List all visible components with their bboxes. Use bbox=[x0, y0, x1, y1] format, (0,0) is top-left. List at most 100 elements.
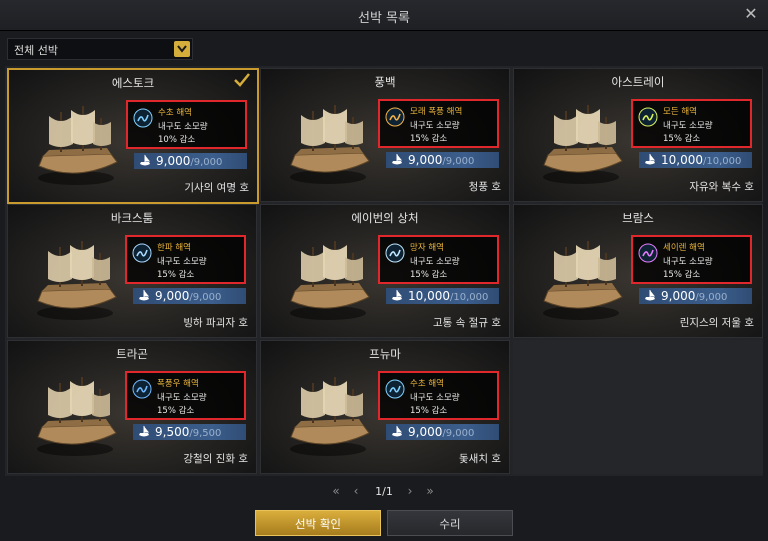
durability-bar: 9,000/9,000 bbox=[133, 288, 246, 304]
durability-value: 9,000/9,000 bbox=[155, 289, 222, 303]
durability-value: 9,500/9,500 bbox=[155, 425, 222, 439]
ship-card[interactable]: 트라곤 폭풍우 해역 내구도 소모량 15% 감소 9,500/9,500 강철… bbox=[7, 340, 257, 474]
hull-name: 청풍 호 bbox=[468, 181, 501, 193]
hull-name: 고통 속 절규 호 bbox=[433, 317, 501, 329]
ship-durability-icon bbox=[139, 289, 150, 301]
repair-button[interactable]: 수리 bbox=[387, 510, 513, 536]
ship-image bbox=[543, 241, 623, 320]
effect-line-2: 15% 감소 bbox=[410, 270, 448, 280]
sea-name: 한파 해역 bbox=[157, 243, 191, 253]
siren-icon bbox=[638, 243, 658, 263]
ship-card[interactable]: 에이번의 상처 망자 해역 내구도 소모량 15% 감소 10,000/10,0… bbox=[260, 204, 510, 338]
ship-card[interactable]: 바크스툼 한파 해역 내구도 소모량 15% 감소 9,000/9,000 빙하… bbox=[7, 204, 257, 338]
sea-effect-box: 폭풍우 해역 내구도 소모량 15% 감소 bbox=[125, 371, 246, 420]
effect-line-1: 내구도 소모량 bbox=[663, 257, 713, 267]
prev-page-icon[interactable]: ‹ bbox=[348, 484, 364, 498]
ship-durability-icon bbox=[139, 425, 150, 437]
ship-card[interactable]: 풍백 모래 폭풍 해역 내구도 소모량 15% 감소 9,000/9,000 청… bbox=[260, 68, 510, 202]
effect-line-2: 15% 감소 bbox=[663, 134, 701, 144]
ship-durability-icon bbox=[392, 289, 403, 301]
ship-name: 트라곤 bbox=[116, 347, 148, 361]
window-title: 선박 목록 bbox=[358, 11, 410, 26]
sea-effect-box: 한파 해역 내구도 소모량 15% 감소 bbox=[125, 235, 246, 284]
ship-durability-icon bbox=[392, 425, 403, 437]
durability-value: 10,000/10,000 bbox=[408, 289, 489, 303]
ship-image bbox=[37, 241, 117, 320]
seaweed-icon bbox=[385, 379, 405, 399]
sea-name: 수초 해역 bbox=[410, 379, 444, 389]
durability-bar: 10,000/10,000 bbox=[386, 288, 499, 304]
seaweed-icon bbox=[133, 108, 153, 128]
first-page-icon[interactable]: « bbox=[328, 484, 344, 498]
sea-effect-box: 망자 해역 내구도 소모량 15% 감소 bbox=[378, 235, 499, 284]
storm-icon bbox=[132, 379, 152, 399]
ship-durability-icon bbox=[392, 153, 403, 165]
sea-name: 모래 폭풍 해역 bbox=[410, 107, 463, 117]
ship-name: 바크스툼 bbox=[110, 211, 154, 225]
ship-filter-dropdown[interactable]: 전체 선박 bbox=[7, 38, 193, 60]
durability-value: 9,000/9,000 bbox=[408, 153, 475, 167]
all-seas-icon bbox=[638, 107, 658, 127]
ship-image bbox=[37, 377, 117, 456]
dead-sea-icon bbox=[385, 243, 405, 263]
sea-effect-box: 모래 폭풍 해역 내구도 소모량 15% 감소 bbox=[378, 99, 499, 148]
ship-image bbox=[543, 105, 623, 184]
cold-wave-icon bbox=[132, 243, 152, 263]
ship-name: 아스트레이 bbox=[611, 75, 665, 89]
sea-effect-box: 수초 해역 내구도 소모량 15% 감소 bbox=[378, 371, 499, 420]
durability-bar: 9,000/9,000 bbox=[134, 153, 247, 169]
last-page-icon[interactable]: » bbox=[422, 484, 438, 498]
effect-line-2: 15% 감소 bbox=[157, 270, 195, 280]
hull-name: 빙하 파괴자 호 bbox=[183, 317, 248, 329]
hull-name: 돛새치 호 bbox=[459, 453, 501, 465]
ship-name: 에스토크 bbox=[111, 76, 155, 90]
ship-name: 프뉴마 bbox=[369, 347, 401, 361]
ship-image bbox=[290, 377, 370, 456]
durability-bar: 9,000/9,000 bbox=[386, 424, 499, 440]
sea-effect-box: 수초 해역 내구도 소모량 10% 감소 bbox=[126, 100, 247, 149]
next-page-icon[interactable]: › bbox=[402, 484, 418, 498]
effect-line-1: 내구도 소모량 bbox=[158, 122, 208, 132]
hull-name: 린지스의 저울 호 bbox=[679, 317, 754, 329]
ship-name: 브람스 bbox=[622, 211, 654, 225]
durability-bar: 9,500/9,500 bbox=[133, 424, 246, 440]
ship-name: 풍백 bbox=[374, 75, 396, 89]
ship-grid: 에스토크 수초 해역 내구도 소모량 10% 감소 9,000/9,000 기사… bbox=[5, 66, 763, 476]
selected-check-icon bbox=[234, 73, 250, 87]
ship-image bbox=[38, 106, 118, 185]
close-icon[interactable]: ✕ bbox=[742, 5, 760, 23]
effect-line-2: 15% 감소 bbox=[663, 270, 701, 280]
effect-line-1: 내구도 소모량 bbox=[663, 121, 713, 131]
ship-card[interactable]: 브람스 세이렌 해역 내구도 소모량 15% 감소 9,000/9,000 린지… bbox=[513, 204, 763, 338]
sea-name: 세이렌 해역 bbox=[663, 243, 705, 253]
durability-bar: 9,000/9,000 bbox=[639, 288, 752, 304]
sea-name: 모든 해역 bbox=[663, 107, 697, 117]
durability-value: 9,000/9,000 bbox=[156, 154, 223, 168]
effect-line-2: 15% 감소 bbox=[410, 134, 448, 144]
effect-line-2: 15% 감소 bbox=[410, 406, 448, 416]
sea-name: 망자 해역 bbox=[410, 243, 444, 253]
hull-name: 강철의 진화 호 bbox=[183, 453, 248, 465]
durability-value: 10,000/10,000 bbox=[661, 153, 742, 167]
confirm-ship-button[interactable]: 선박 확인 bbox=[255, 510, 381, 536]
ship-durability-icon bbox=[140, 154, 151, 166]
sea-name: 폭풍우 해역 bbox=[157, 379, 199, 389]
sea-name: 수초 해역 bbox=[158, 108, 192, 118]
effect-line-1: 내구도 소모량 bbox=[410, 393, 460, 403]
page-indicator: 1/1 bbox=[375, 485, 393, 498]
ship-card[interactable]: 프뉴마 수초 해역 내구도 소모량 15% 감소 9,000/9,000 돛새치… bbox=[260, 340, 510, 474]
ship-name: 에이번의 상처 bbox=[351, 211, 419, 225]
ship-list-window: 선박 목록 ✕ 전체 선박 에스토크 수초 해역 내구도 소모량 10% 감소 … bbox=[0, 0, 768, 541]
effect-line-2: 15% 감소 bbox=[157, 406, 195, 416]
title-bar: 선박 목록 ✕ bbox=[0, 0, 768, 31]
ship-card[interactable]: 아스트레이 모든 해역 내구도 소모량 15% 감소 10,000/10,000… bbox=[513, 68, 763, 202]
chevron-down-icon[interactable] bbox=[174, 41, 190, 57]
hull-name: 자유와 복수 호 bbox=[689, 181, 754, 193]
effect-line-2: 10% 감소 bbox=[158, 135, 196, 145]
effect-line-1: 내구도 소모량 bbox=[157, 257, 207, 267]
ship-card-selected[interactable]: 에스토크 수초 해역 내구도 소모량 10% 감소 9,000/9,000 기사… bbox=[7, 68, 259, 204]
ship-image bbox=[290, 105, 370, 184]
filter-label: 전체 선박 bbox=[14, 44, 58, 57]
effect-line-1: 내구도 소모량 bbox=[157, 393, 207, 403]
durability-bar: 9,000/9,000 bbox=[386, 152, 499, 168]
